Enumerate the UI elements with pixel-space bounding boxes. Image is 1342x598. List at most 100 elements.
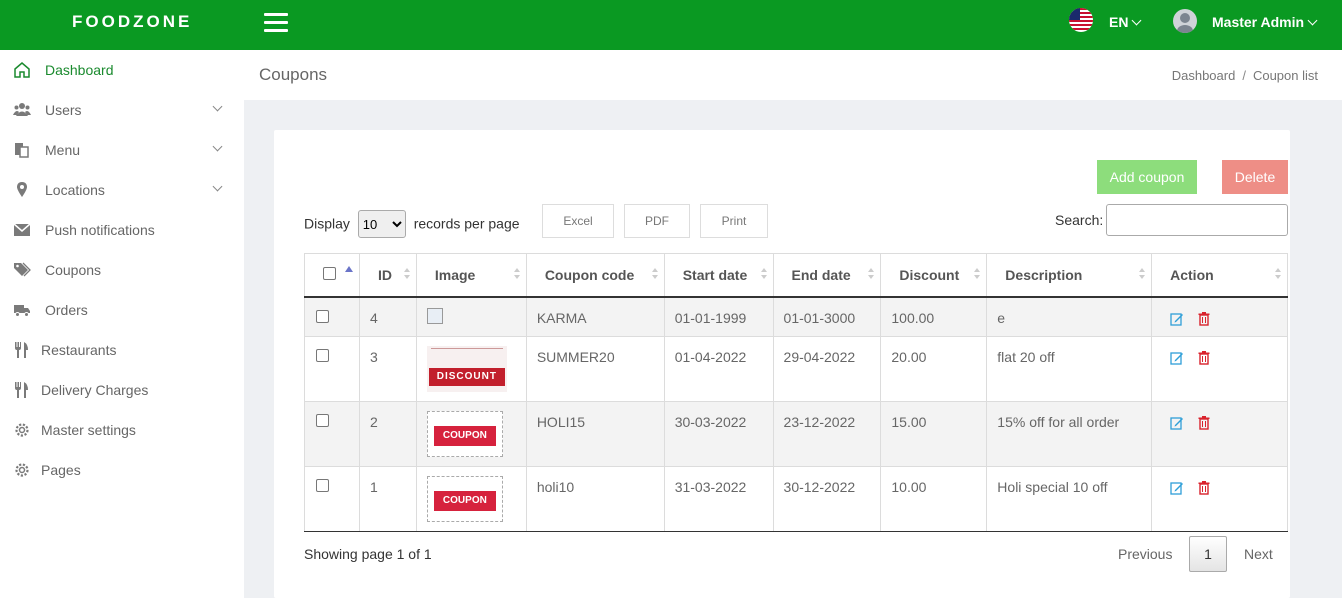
column-header-description[interactable]: Description — [986, 253, 1153, 298]
id-cell: 3 — [358, 336, 417, 402]
breadcrumb-dashboard-link[interactable]: Dashboard — [1172, 68, 1236, 83]
column-header-start-date[interactable]: Start date — [663, 253, 774, 298]
sidebar-item-restaurants[interactable]: Restaurants — [0, 330, 244, 370]
broken-image-icon — [426, 307, 443, 324]
user-name: Master Admin — [1212, 14, 1305, 30]
discount-cell: 100.00 — [880, 296, 988, 337]
avatar[interactable] — [1173, 9, 1197, 33]
edit-icon[interactable] — [1170, 312, 1184, 326]
sort-icon — [1139, 268, 1146, 282]
utensils-icon — [15, 342, 28, 358]
tag-strings — [430, 348, 503, 368]
sidebar-item-locations[interactable]: Locations — [0, 170, 244, 210]
sidebar-item-label: Master settings — [41, 422, 136, 438]
brand-logo[interactable]: FOODZONE — [72, 12, 192, 32]
sidebar-item-coupons[interactable]: Coupons — [0, 250, 244, 290]
sort-icon — [1275, 268, 1281, 282]
table-row[interactable]: 1 COUPON holi10 31-03-2022 30-12-2022 10… — [304, 466, 1288, 532]
home-icon — [14, 62, 30, 78]
add-coupon-button[interactable]: Add coupon — [1097, 160, 1197, 194]
id-cell: 2 — [358, 401, 417, 467]
pdf-export-button[interactable]: PDF — [624, 204, 690, 238]
us-flag-icon[interactable] — [1069, 8, 1093, 32]
column-header-id[interactable]: ID — [358, 253, 417, 298]
sidebar-item-dashboard[interactable]: Dashboard — [0, 50, 244, 90]
sort-icon — [513, 268, 520, 282]
chevron-down-icon — [1307, 15, 1318, 26]
description-cell: e — [986, 296, 1153, 337]
discount-cell: 10.00 — [880, 466, 988, 532]
column-header-discount[interactable]: Discount — [880, 253, 988, 298]
coupon-code-cell: HOLI15 — [525, 401, 665, 467]
records-label: records per page — [413, 215, 520, 232]
breadcrumb-separator: / — [1242, 68, 1246, 83]
print-button[interactable]: Print — [700, 204, 768, 238]
page-number-button[interactable]: 1 — [1189, 536, 1227, 572]
edit-icon[interactable] — [1170, 481, 1184, 495]
image-cell: DISCOUNT — [415, 336, 527, 402]
sidebar-item-label: Users — [45, 102, 82, 118]
edit-icon[interactable] — [1170, 416, 1184, 430]
coupon-code-cell: holi10 — [525, 466, 665, 532]
trash-icon[interactable] — [1198, 351, 1210, 365]
delete-button[interactable]: Delete — [1222, 160, 1288, 194]
chevron-down-icon — [212, 181, 223, 192]
row-checkbox[interactable] — [316, 414, 329, 427]
trash-icon[interactable] — [1198, 311, 1210, 326]
column-header-label: Coupon code — [544, 266, 635, 283]
sidebar-item-pages[interactable]: Pages — [0, 450, 244, 490]
column-header-image[interactable]: Image — [415, 253, 527, 298]
description-cell: Holi special 10 off — [986, 466, 1153, 532]
search-input[interactable] — [1106, 204, 1288, 236]
user-menu-dropdown[interactable]: Master Admin — [1212, 14, 1318, 30]
excel-export-button[interactable]: Excel — [542, 204, 614, 238]
action-cell — [1151, 466, 1288, 532]
previous-page-button[interactable]: Previous — [1118, 546, 1172, 562]
discount-cell: 15.00 — [880, 401, 988, 467]
sidebar-item-label: Restaurants — [41, 342, 117, 358]
records-per-page-control: Display 10 records per page — [304, 210, 520, 238]
column-header-action[interactable]: Action — [1151, 253, 1288, 298]
column-header-end-date[interactable]: End date — [772, 253, 882, 298]
trash-icon[interactable] — [1198, 481, 1210, 495]
table-row[interactable]: 3 DISCOUNT SUMMER20 01-04-2022 29-04-202… — [304, 336, 1288, 402]
column-header-label: Image — [434, 266, 476, 283]
description-cell: flat 20 off — [986, 336, 1153, 402]
sidebar-item-label: Locations — [45, 182, 105, 198]
sidebar-item-orders[interactable]: Orders — [0, 290, 244, 330]
next-page-button[interactable]: Next — [1244, 546, 1273, 562]
sidebar-item-push-notifications[interactable]: Push notifications — [0, 210, 244, 250]
column-header-label: End date — [791, 266, 851, 283]
select-all-header[interactable] — [304, 253, 360, 298]
coupon-image-text: COUPON — [433, 426, 496, 446]
image-cell: COUPON — [415, 466, 527, 532]
edit-icon[interactable] — [1170, 351, 1184, 365]
trash-icon[interactable] — [1198, 416, 1210, 430]
column-header-coupon-code[interactable]: Coupon code — [525, 253, 665, 298]
sidebar-item-menu[interactable]: Menu — [0, 130, 244, 170]
table-row[interactable]: 4 KARMA 01-01-1999 01-01-3000 100.00 e — [304, 296, 1288, 337]
row-checkbox[interactable] — [316, 309, 329, 323]
sort-icon — [760, 268, 767, 282]
row-checkbox[interactable] — [316, 479, 329, 492]
chevron-down-icon — [1132, 15, 1142, 26]
column-header-label: ID — [377, 266, 392, 283]
column-header-label: Description — [1005, 266, 1083, 283]
sidebar-item-delivery-charges[interactable]: Delivery Charges — [0, 370, 244, 410]
select-all-checkbox[interactable] — [323, 266, 336, 280]
table-row[interactable]: 2 COUPON HOLI15 30-03-2022 23-12-2022 15… — [304, 401, 1288, 467]
language-dropdown[interactable]: EN — [1109, 14, 1142, 30]
discount-image-text: DISCOUNT — [428, 368, 505, 386]
hamburger-menu-icon[interactable] — [264, 13, 288, 33]
sidebar-item-master-settings[interactable]: Master settings — [0, 410, 244, 450]
truck-icon — [14, 305, 30, 317]
description-cell: 15% off for all order — [986, 401, 1153, 467]
top-bar: FOODZONE EN Master Admin — [0, 0, 1342, 50]
per-page-select[interactable]: 10 — [357, 210, 406, 238]
row-checkbox[interactable] — [316, 349, 329, 362]
coupon-table: ID Image Coupon code Start date End date… — [304, 253, 1288, 532]
menu-icon — [15, 143, 29, 158]
sidebar-item-label: Pages — [41, 462, 81, 478]
sidebar-item-users[interactable]: Users — [0, 90, 244, 130]
utensils-icon — [15, 382, 28, 398]
